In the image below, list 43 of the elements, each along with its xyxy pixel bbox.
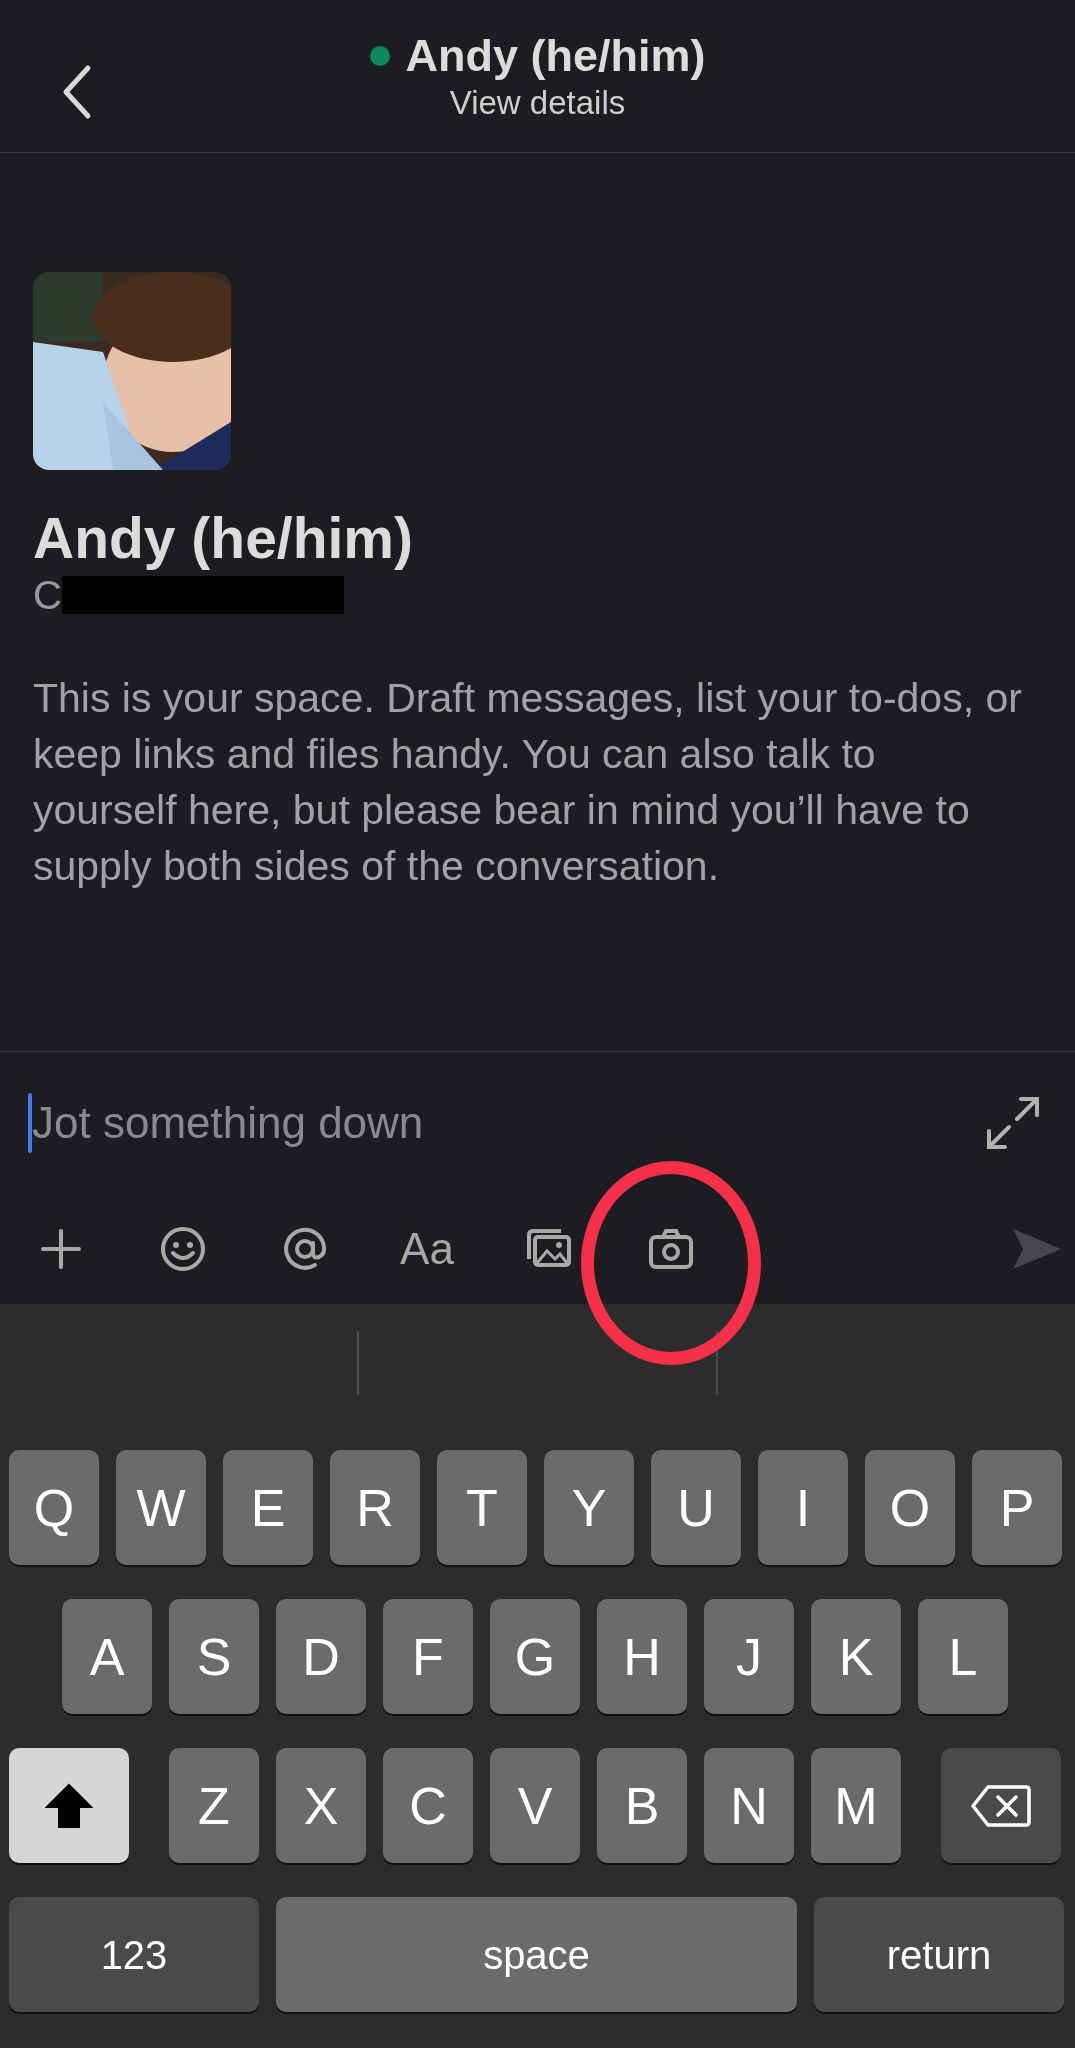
key[interactable]: L: [918, 1599, 1008, 1714]
key[interactable]: T: [437, 1450, 527, 1565]
key[interactable]: N: [704, 1748, 794, 1863]
formatting-button[interactable]: Aa: [389, 1219, 465, 1279]
key[interactable]: C: [383, 1748, 473, 1863]
key[interactable]: M: [811, 1748, 901, 1863]
key[interactable]: G: [490, 1599, 580, 1714]
key[interactable]: R: [330, 1450, 420, 1565]
shift-key[interactable]: [9, 1748, 129, 1863]
channel-title[interactable]: Andy (he/him): [405, 29, 706, 83]
key[interactable]: A: [62, 1599, 152, 1714]
key[interactable]: F: [383, 1599, 473, 1714]
return-key[interactable]: return: [814, 1897, 1064, 2012]
key[interactable]: W: [116, 1450, 206, 1565]
key[interactable]: K: [811, 1599, 901, 1714]
key[interactable]: O: [865, 1450, 955, 1565]
key[interactable]: J: [704, 1599, 794, 1714]
profile-name: Andy (he/him): [33, 506, 413, 570]
message-input-field[interactable]: Jot something down: [32, 1091, 912, 1155]
intro-text: This is your space. Draft messages, list your to-dos, or keep links and files handy. You can also talk to yourself here, but please bear in mind you’ll have to supply both sides of the conversation.: [33, 674, 1023, 891]
emoji-icon[interactable]: [159, 1225, 207, 1273]
backspace-icon: [970, 1783, 1032, 1828]
key[interactable]: Z: [169, 1748, 259, 1863]
profile-detail: C: [33, 572, 62, 619]
shift-arrow-icon: [45, 1782, 93, 1829]
key[interactable]: X: [276, 1748, 366, 1863]
key[interactable]: U: [651, 1450, 741, 1565]
key[interactable]: B: [597, 1748, 687, 1863]
backspace-key[interactable]: [941, 1748, 1061, 1863]
space-key[interactable]: space: [276, 1897, 797, 2012]
mention-icon[interactable]: [281, 1225, 329, 1273]
key[interactable]: D: [276, 1599, 366, 1714]
key[interactable]: H: [597, 1599, 687, 1714]
key[interactable]: E: [223, 1450, 313, 1565]
key[interactable]: S: [169, 1599, 259, 1714]
expand-icon[interactable]: [985, 1095, 1041, 1151]
key[interactable]: Q: [9, 1450, 99, 1565]
key[interactable]: Y: [544, 1450, 634, 1565]
key[interactable]: I: [758, 1450, 848, 1565]
key[interactable]: V: [490, 1748, 580, 1863]
key[interactable]: P: [972, 1450, 1062, 1565]
numbers-key[interactable]: 123: [9, 1897, 259, 2012]
view-details-link[interactable]: View details: [449, 83, 626, 123]
